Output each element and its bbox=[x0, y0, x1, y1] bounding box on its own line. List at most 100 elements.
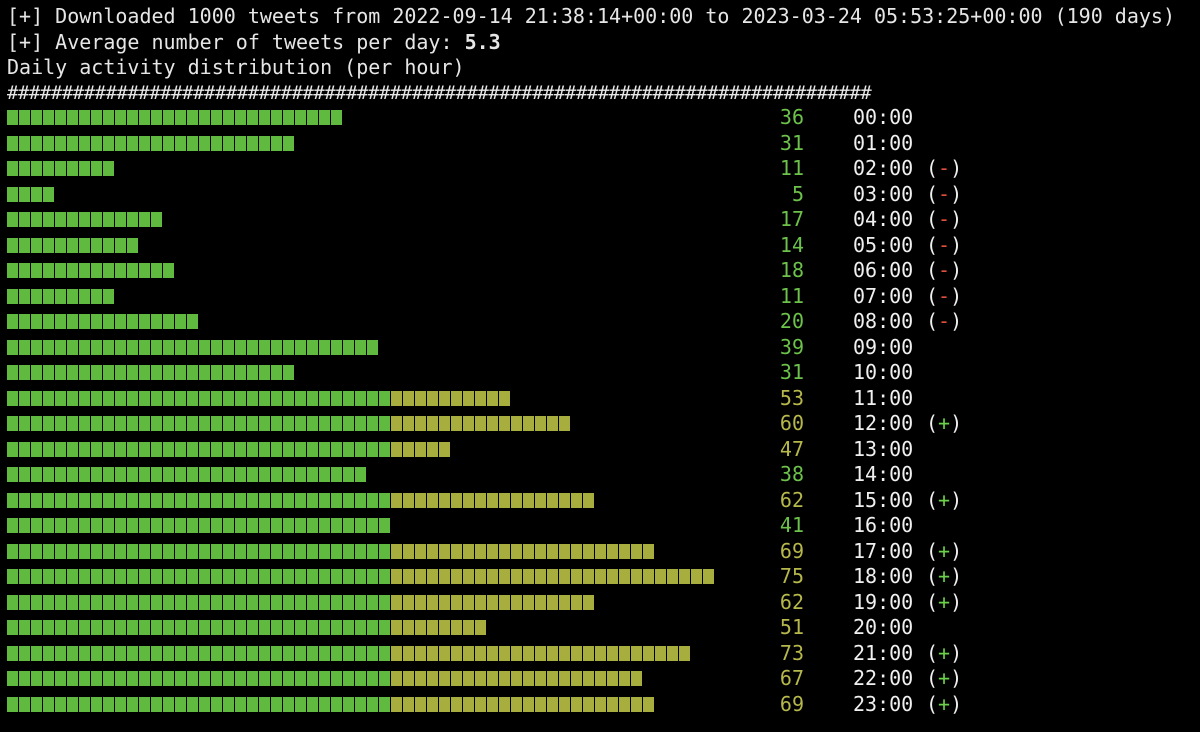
hour-label: 06:00 bbox=[853, 258, 914, 282]
bar-cell bbox=[103, 212, 114, 227]
bar-cell bbox=[475, 569, 486, 584]
bar-cell bbox=[211, 569, 222, 584]
bar-cell bbox=[271, 594, 282, 610]
bar-cell bbox=[619, 696, 630, 712]
bar-cell bbox=[103, 441, 114, 457]
bar-cell bbox=[115, 365, 126, 380]
bar-cell bbox=[595, 569, 606, 584]
bar-cell bbox=[475, 696, 486, 712]
bar-cell bbox=[367, 620, 378, 635]
bar-cell bbox=[247, 696, 258, 712]
bar-cell bbox=[31, 645, 42, 661]
bar bbox=[7, 237, 139, 253]
bar-cell bbox=[499, 492, 510, 508]
bar-cell bbox=[247, 467, 258, 482]
bar-cell bbox=[19, 161, 30, 176]
count-label: 75 bbox=[779, 564, 804, 588]
bar-cell bbox=[319, 339, 330, 355]
bar-cell bbox=[103, 416, 114, 431]
bar-cell bbox=[43, 467, 54, 482]
bar-cell bbox=[259, 390, 270, 406]
bar-cell bbox=[427, 696, 438, 712]
bar-cell bbox=[127, 212, 138, 227]
bar-cell bbox=[151, 416, 162, 431]
bar-cell bbox=[259, 339, 270, 355]
bar-cell bbox=[43, 390, 54, 406]
bar-cell bbox=[31, 594, 42, 610]
bar-cell bbox=[403, 696, 414, 712]
bar bbox=[7, 696, 655, 712]
bar-cell bbox=[451, 620, 462, 635]
chart-row-1300: 47 13:00 bbox=[0, 437, 1200, 462]
bar-cell bbox=[79, 212, 90, 227]
bar-cell bbox=[103, 135, 114, 151]
hour-label: 23:00 bbox=[853, 691, 914, 716]
bar-cell bbox=[607, 645, 618, 661]
count-label: 73 bbox=[779, 640, 804, 665]
bar-cell bbox=[19, 467, 30, 482]
hour-label: 03:00 bbox=[853, 181, 914, 206]
bar-cell bbox=[187, 365, 198, 380]
bar-cell bbox=[235, 696, 246, 712]
bar-cell bbox=[67, 263, 78, 278]
bar-cell bbox=[475, 543, 486, 559]
bar-cell bbox=[523, 543, 534, 559]
bar-cell bbox=[163, 671, 174, 686]
bar-cell bbox=[139, 543, 150, 559]
bar-cell bbox=[91, 365, 102, 380]
bar-cell bbox=[187, 314, 198, 329]
bar-cell bbox=[175, 467, 186, 482]
bar-cell bbox=[319, 569, 330, 584]
bar-cell bbox=[559, 492, 570, 508]
bar-cell bbox=[163, 696, 174, 712]
bar-cell bbox=[463, 416, 474, 431]
bar-cell bbox=[235, 416, 246, 431]
bar-cell bbox=[175, 518, 186, 533]
bar-cell bbox=[583, 671, 594, 686]
bar-cell bbox=[271, 518, 282, 533]
bar-cell bbox=[391, 620, 402, 635]
bar-cell bbox=[67, 212, 78, 227]
bar-cell bbox=[127, 645, 138, 661]
bar-cell bbox=[631, 543, 642, 559]
bar-cell bbox=[127, 696, 138, 712]
below-average-flag: (-) bbox=[926, 207, 963, 231]
bar-cell bbox=[307, 390, 318, 406]
bar-cell bbox=[247, 110, 258, 125]
bar-cell bbox=[367, 441, 378, 457]
bar-cell bbox=[271, 620, 282, 635]
bar-cell bbox=[391, 696, 402, 712]
bar-cell bbox=[511, 416, 522, 431]
bar-cell bbox=[91, 594, 102, 610]
bar-cell bbox=[187, 671, 198, 686]
bar-cell bbox=[403, 390, 414, 406]
bar-cell bbox=[139, 620, 150, 635]
bar-cell bbox=[595, 645, 606, 661]
bar-cell bbox=[199, 135, 210, 151]
bar-cell bbox=[79, 645, 90, 661]
bar-cell bbox=[163, 543, 174, 559]
bar-cell bbox=[679, 645, 690, 661]
bar-cell bbox=[235, 339, 246, 355]
chart-row-0200: 11 02:00 (-) bbox=[0, 156, 1200, 181]
bar-cell bbox=[535, 645, 546, 661]
bar-cell bbox=[619, 543, 630, 559]
bar-cell bbox=[55, 645, 66, 661]
bar-cell bbox=[295, 594, 306, 610]
bar-cell bbox=[439, 492, 450, 508]
bar-cell bbox=[7, 288, 18, 304]
bar-cell bbox=[175, 696, 186, 712]
chart-row-0000: 36 00:00 bbox=[0, 105, 1200, 130]
bar-cell bbox=[163, 365, 174, 380]
bar-cell bbox=[415, 441, 426, 457]
hour-label: 16:00 bbox=[853, 513, 914, 537]
bar-cell bbox=[127, 314, 138, 329]
bar-cell bbox=[163, 110, 174, 125]
bar-cell bbox=[511, 696, 522, 712]
bar-cell bbox=[199, 594, 210, 610]
chart-row-2000: 51 20:00 bbox=[0, 615, 1200, 640]
bar-cell bbox=[307, 441, 318, 457]
bar-cell bbox=[211, 110, 222, 125]
bar-cell bbox=[103, 467, 114, 482]
bar-cell bbox=[187, 620, 198, 635]
